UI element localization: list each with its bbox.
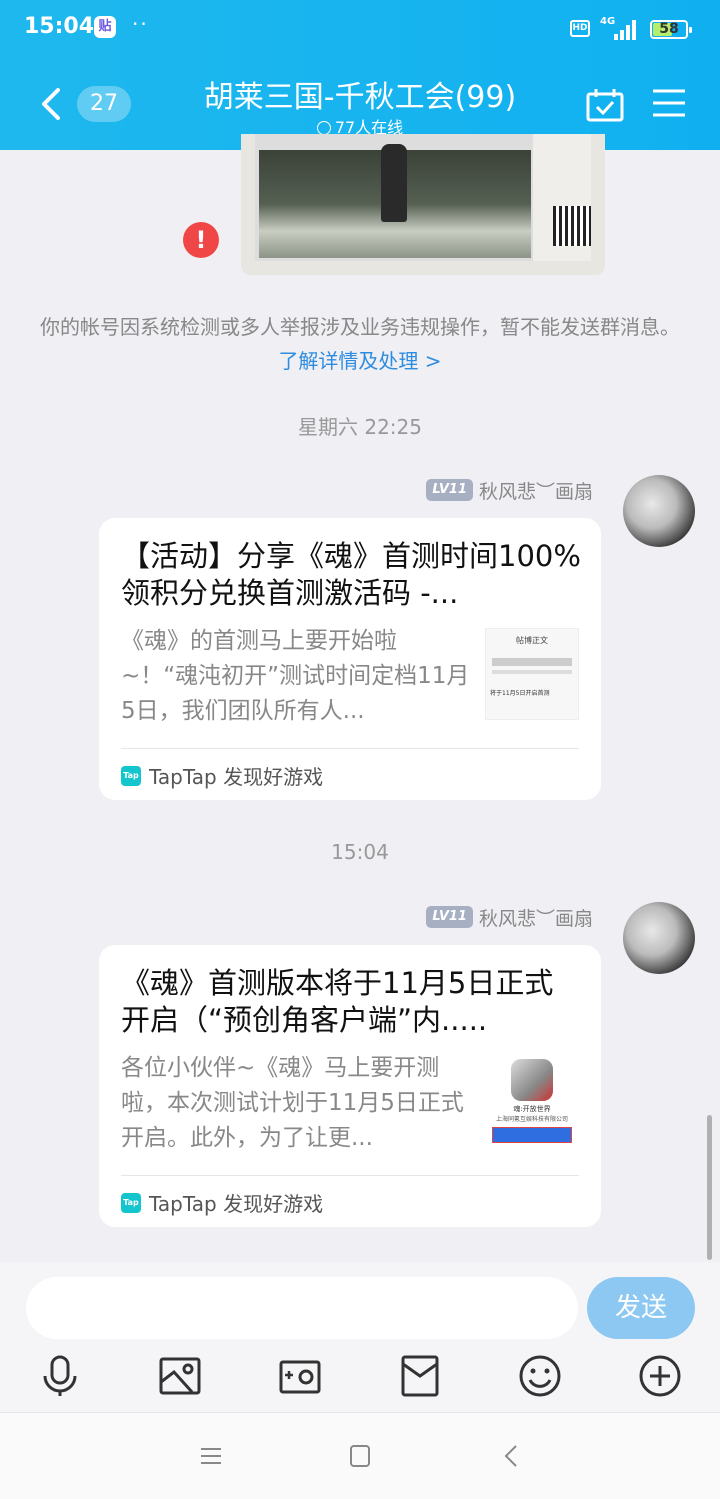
system-nav-bar bbox=[0, 1412, 720, 1499]
home-icon[interactable] bbox=[345, 1441, 375, 1471]
system-notice: 你的帐号因系统检测或多人举报涉及业务违规操作，暂不能发送群消息。了解详情及处理 … bbox=[40, 310, 680, 378]
card-title: 《魂》首测版本将于11月5日正式开启（“预创角客户端”内..... bbox=[121, 966, 554, 1037]
chat-header: 15:04 贴 ·· HD 4G 58 27 胡莱三国-千秋工会(99) 77人… bbox=[0, 0, 720, 150]
share-card[interactable]: 《魂》首测版本将于11月5日正式开启（“预创角客户端”内..... 各位小伙伴~… bbox=[99, 945, 601, 1227]
sender-name: 秋风悲︶画扇 bbox=[478, 480, 593, 503]
status-time: 15:04 bbox=[24, 14, 95, 39]
card-divider bbox=[121, 1175, 579, 1176]
thumb-bar bbox=[492, 670, 572, 674]
sender-info: LV11 秋风悲︶画扇 bbox=[426, 478, 593, 503]
battery-level: 58 bbox=[659, 21, 679, 37]
app-notification-icon: 贴 bbox=[94, 16, 116, 38]
taptap-icon: Tap bbox=[121, 765, 141, 786]
avatar[interactable] bbox=[623, 475, 695, 547]
signal-icon bbox=[614, 18, 640, 40]
notice-text: 你的帐号因系统检测或多人举报涉及业务违规操作，暂不能发送群消息。 bbox=[40, 315, 680, 339]
taptap-icon: Tap bbox=[121, 1192, 141, 1213]
thumb-text: 将于11月5日开启首测 bbox=[490, 690, 550, 697]
thumb-bar bbox=[492, 658, 572, 666]
image-frame bbox=[241, 134, 605, 275]
sender-info: LV11 秋风悲︶画扇 bbox=[426, 905, 593, 930]
chevron-down-circle-icon bbox=[316, 121, 331, 135]
card-thumbnail: 魂:开放世界 上海同氪互娱科技有限公司 bbox=[485, 1055, 579, 1147]
message-input[interactable] bbox=[26, 1277, 578, 1339]
thumb-text: 上海同氪互娱科技有限公司 bbox=[495, 1116, 568, 1123]
status-bar: 15:04 贴 ·· HD 4G 58 bbox=[0, 0, 720, 60]
card-description: 《魂》的首测马上要开始啦~！“魂沌初开”测试时间定档11月5日，我们团队所有人.… bbox=[121, 628, 470, 724]
image-icon[interactable] bbox=[158, 1354, 202, 1398]
level-badge: LV11 bbox=[426, 479, 473, 501]
thumb-title: 帖博正文 bbox=[516, 636, 548, 645]
card-description: 各位小伙伴~《魂》马上要开测啦，本次测试计划于11月5日正式开启。此外，为了让更… bbox=[121, 1055, 464, 1151]
thumb-title: 魂:开放世界 bbox=[513, 1105, 551, 1113]
source-label: TapTap 发现好游戏 bbox=[149, 1192, 324, 1216]
red-packet-icon[interactable] bbox=[398, 1354, 442, 1398]
menu-icon[interactable] bbox=[652, 88, 686, 118]
plus-icon[interactable] bbox=[638, 1354, 682, 1398]
emoji-icon[interactable] bbox=[518, 1354, 562, 1398]
time-separator: 15:04 bbox=[331, 840, 389, 864]
share-card[interactable]: 【活动】分享《魂》首测时间100%领积分兑换首测激活码 -... 《魂》的首测马… bbox=[99, 518, 601, 800]
time-separator: 星期六 22:25 bbox=[298, 415, 422, 439]
send-failed-icon[interactable]: ! bbox=[183, 222, 219, 258]
recent-apps-icon[interactable] bbox=[196, 1441, 226, 1471]
source-label: TapTap 发现好游戏 bbox=[149, 765, 324, 789]
level-badge: LV11 bbox=[426, 906, 473, 928]
send-button[interactable]: 发送 bbox=[587, 1277, 695, 1339]
game-app-icon bbox=[511, 1059, 553, 1101]
image-message[interactable] bbox=[241, 134, 605, 275]
card-source: Tap TapTap 发现好游戏 bbox=[121, 761, 323, 790]
card-divider bbox=[121, 748, 579, 749]
sender-name: 秋风悲︶画扇 bbox=[478, 907, 593, 930]
battery-icon: 58 bbox=[650, 20, 692, 39]
notice-details-link[interactable]: 了解详情及处理 > bbox=[278, 349, 441, 373]
download-button bbox=[492, 1127, 572, 1143]
hd-icon: HD bbox=[570, 20, 590, 37]
calendar-check-icon[interactable] bbox=[586, 88, 624, 122]
network-type: 4G bbox=[600, 16, 616, 27]
card-title: 【活动】分享《魂》首测时间100%领积分兑换首测激活码 -... bbox=[121, 539, 581, 610]
input-bar: 发送 bbox=[0, 1262, 720, 1412]
scrollbar[interactable] bbox=[707, 1115, 712, 1260]
card-source: Tap TapTap 发现好游戏 bbox=[121, 1188, 323, 1217]
card-thumbnail: 帖博正文 将于11月5日开启首测 bbox=[485, 628, 579, 720]
more-notifications-icon: ·· bbox=[132, 12, 149, 36]
avatar[interactable] bbox=[623, 902, 695, 974]
camera-icon[interactable] bbox=[278, 1354, 322, 1398]
back-nav-icon[interactable] bbox=[496, 1441, 526, 1471]
microphone-icon[interactable] bbox=[38, 1354, 82, 1398]
